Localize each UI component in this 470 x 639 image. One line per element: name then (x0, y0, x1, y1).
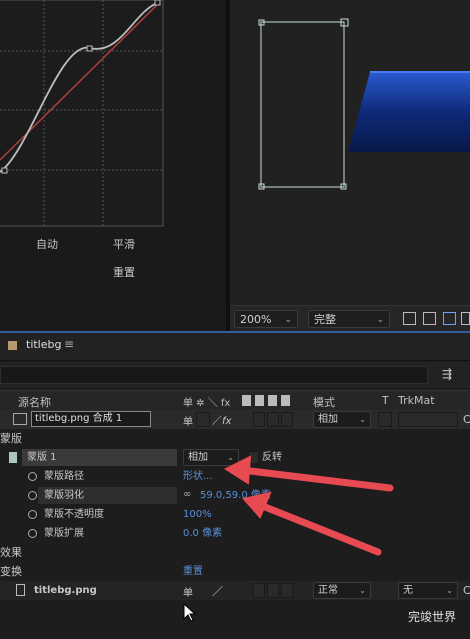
watermark: 完竣世界 (407, 610, 456, 624)
annotation-arrow (256, 501, 382, 556)
annotation-arrowhead (223, 455, 252, 485)
annotation-overlay (223, 455, 394, 556)
mouse-cursor-icon (183, 603, 197, 622)
annotation-arrow (238, 466, 394, 492)
